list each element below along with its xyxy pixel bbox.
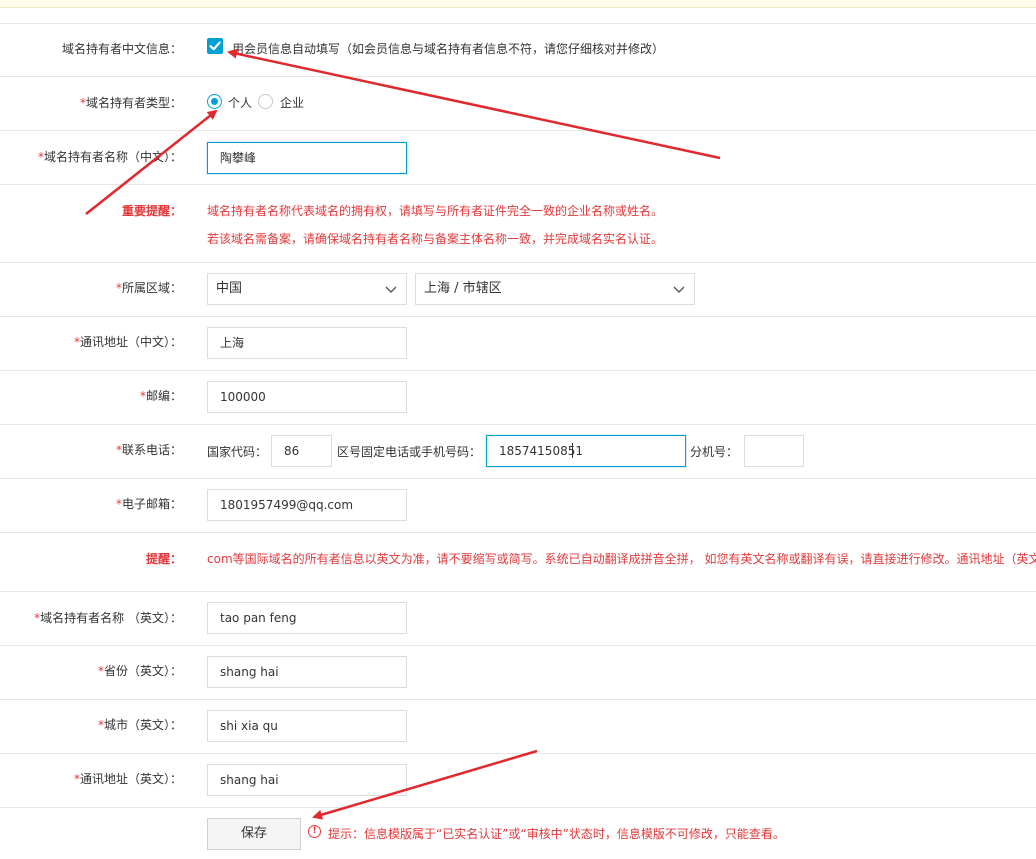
address-cn-input[interactable]: 上海 <box>207 327 407 359</box>
chevron-down-icon <box>385 286 397 293</box>
notice-line-1: 域名持有者名称代表域名的拥有权，请填写与所有者证件完全一致的企业名称或姓名。 <box>207 204 664 218</box>
region-label: *所属区域： <box>116 279 182 296</box>
row-notice <box>0 185 1036 263</box>
name-en-input[interactable]: tao pan feng <box>207 602 407 634</box>
country-select-value: 中国 <box>216 281 243 296</box>
email-input[interactable]: 1801957499@qq.com <box>207 489 407 521</box>
extension-label: 分机号： <box>690 445 739 459</box>
auto-fill-text: 用会员信息自动填写（如会员信息与域名持有者信息不符，请您仔细核对并修改） <box>232 42 665 56</box>
check-icon <box>209 41 221 51</box>
country-select[interactable]: 中国 <box>207 273 407 305</box>
address-cn-label-text: 通讯地址（中文）： <box>79 335 182 349</box>
notice-label: 重要提醒： <box>121 204 182 218</box>
name-cn-input[interactable]: 陶攀峰 <box>207 142 407 174</box>
top-notice-bar <box>0 0 1036 8</box>
holder-type-label: *域名持有者类型： <box>80 94 182 111</box>
radio-personal[interactable] <box>207 94 222 109</box>
zip-input[interactable]: 100000 <box>207 381 407 413</box>
name-en-label-text: 域名持有者名称 （英文）： <box>40 611 182 625</box>
auto-fill-label: 域名持有者中文信息： <box>61 42 182 56</box>
city-select-value: 上海 / 市辖区 <box>424 281 502 296</box>
auto-fill-checkbox[interactable] <box>207 38 223 54</box>
email-label-text: 电子邮箱： <box>121 497 182 511</box>
extension-input[interactable] <box>744 435 804 467</box>
radio-personal-label[interactable]: 个人 <box>228 94 252 111</box>
city-select[interactable]: 上海 / 市辖区 <box>415 273 695 305</box>
address-en-input[interactable]: shang hai <box>207 764 407 796</box>
name-en-label: *域名持有者名称 （英文）： <box>34 609 182 626</box>
address-cn-label: *通讯地址（中文）： <box>74 333 182 350</box>
region-label-text: 所属区域： <box>121 281 182 295</box>
tip-label: 提醒： <box>145 552 182 566</box>
zip-label: *邮编： <box>140 387 182 404</box>
city-en-input[interactable]: shi xia qu <box>207 710 407 742</box>
email-label: *电子邮箱： <box>116 495 182 512</box>
name-cn-label-text: 域名持有者名称（中文）： <box>43 150 182 164</box>
chevron-down-icon <box>673 286 685 293</box>
radio-company[interactable] <box>258 94 273 109</box>
zip-label-text: 邮编： <box>145 389 182 403</box>
city-en-label: *城市（英文）： <box>98 716 182 733</box>
holder-type-label-text: 域名持有者类型： <box>85 96 182 110</box>
country-code-input[interactable]: 86 <box>271 435 332 467</box>
notice-line-2: 若该域名需备案，请确保域名持有者名称与备案主体名称一致，并完成域名实名认证。 <box>207 232 664 246</box>
phone-label-text: 联系电话： <box>121 443 182 457</box>
country-code-label: 国家代码： <box>207 445 268 459</box>
name-cn-label: *域名持有者名称（中文）： <box>38 148 182 165</box>
city-en-label-text: 城市（英文）： <box>103 718 182 732</box>
tip-text: com等国际域名的所有者信息以英文为准，请不要缩写或简写。系统已自动翻译成拼音全… <box>207 552 1036 566</box>
province-en-label-text: 省份（英文）： <box>103 664 182 678</box>
radio-company-label[interactable]: 企业 <box>280 94 304 111</box>
phone-number-input[interactable]: 18574150851 <box>486 435 686 467</box>
save-tip: 提示：信息模版属于“已实名认证”或“审核中”状态时，信息模版不可修改，只能查看。 <box>328 827 785 841</box>
address-en-label: *通讯地址（英文）： <box>74 770 182 787</box>
save-button[interactable]: 保存 <box>207 818 301 850</box>
phone-number-label: 区号固定电话或手机号码： <box>337 445 482 459</box>
exclamation-circle-icon: ! <box>308 825 321 838</box>
province-en-input[interactable]: shang hai <box>207 656 407 688</box>
phone-label: *联系电话： <box>116 441 182 458</box>
text-cursor <box>572 443 573 458</box>
province-en-label: *省份（英文）： <box>98 662 182 679</box>
address-en-label-text: 通讯地址（英文）： <box>79 772 182 786</box>
